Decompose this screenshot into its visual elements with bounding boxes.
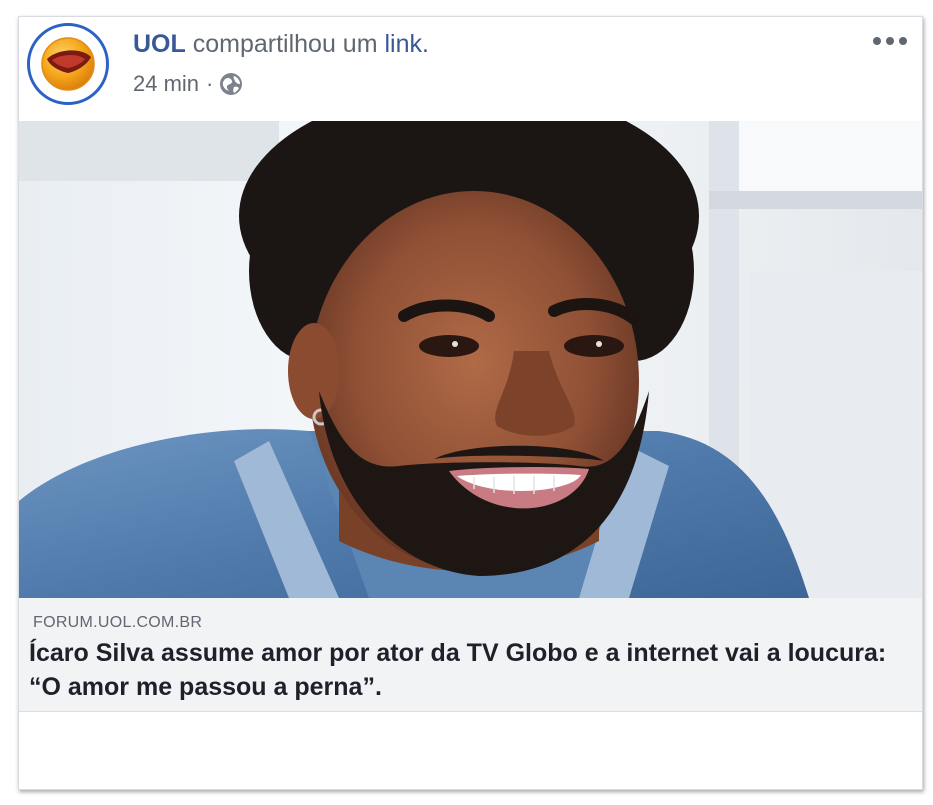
post-header-line: UOL compartilhou um link. [133,29,429,59]
more-options-icon [873,37,907,45]
post-meta: 24 min · [133,69,243,99]
post-header: UOL compartilhou um link. 24 min · [19,17,922,121]
link-preview-image[interactable] [19,121,922,598]
link-preview-box[interactable]: FORUM.UOL.COM.BR Ícaro Silva assume amor… [19,598,922,712]
smiling-man-photo [19,121,922,598]
uol-avatar[interactable] [27,23,109,105]
globe-icon[interactable] [219,72,243,96]
more-options-button[interactable] [870,29,910,53]
link-headline: Ícaro Silva assume amor por ator da TV G… [29,639,887,701]
facebook-post-card: UOL compartilhou um link. 24 min · FORUM… [18,16,923,790]
uol-logo-icon [41,37,95,91]
shared-link-word[interactable]: link. [385,30,429,58]
link-domain: FORUM.UOL.COM.BR [33,614,203,631]
post-timestamp[interactable]: 24 min [133,69,199,99]
author-name-link[interactable]: UOL [133,30,186,58]
meta-separator: · [206,71,214,96]
action-text: compartilhou um [192,30,378,58]
